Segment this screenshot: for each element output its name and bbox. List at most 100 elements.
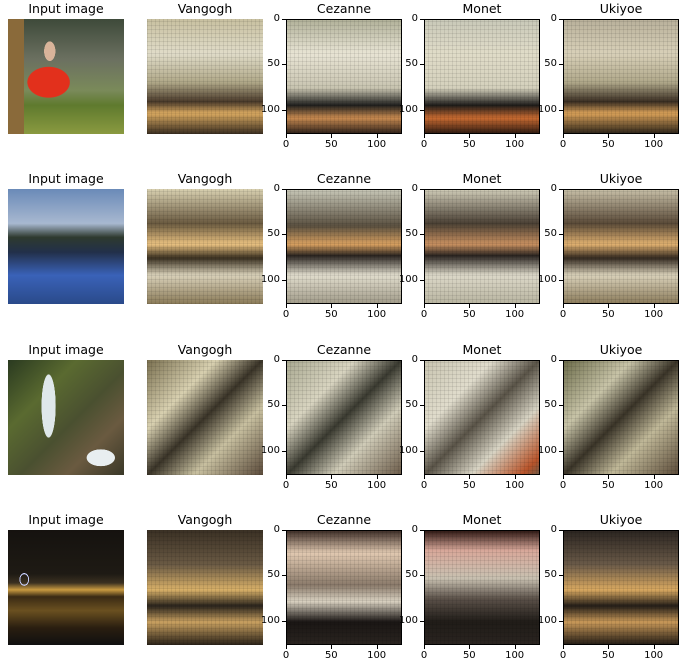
- x-tick-mark: [653, 645, 655, 649]
- x-tick-label: 100: [505, 480, 525, 491]
- pixel-artifact-overlay: [147, 530, 263, 645]
- y-tick-label: 50: [267, 228, 280, 240]
- x-tick-label: 100: [644, 480, 664, 491]
- x-tick-label: 100: [367, 650, 387, 661]
- y-tick-mark: [282, 360, 286, 361]
- y-tick-label: 0: [550, 524, 557, 535]
- image-person-tree-field-4: [563, 19, 679, 134]
- pixel-artifact-overlay: [286, 19, 402, 134]
- x-tick-mark: [286, 134, 287, 138]
- y-tick-label: 50: [267, 569, 280, 581]
- image-night-city-skyline-4: [563, 530, 679, 645]
- pixel-artifact-overlay: [147, 19, 263, 134]
- y-tick-label: 50: [544, 399, 557, 411]
- y-tick-mark: [559, 450, 563, 452]
- x-tick-mark: [608, 134, 610, 138]
- x-tick-mark: [514, 475, 516, 479]
- x-tick-mark: [424, 645, 425, 649]
- y-tick-label: 0: [273, 183, 280, 194]
- x-tick-label: 50: [601, 480, 615, 491]
- pixel-artifact-overlay: [286, 189, 402, 304]
- panel-title: Ukiyoe: [599, 171, 643, 186]
- image-mountain-lake-3: [424, 189, 540, 304]
- y-tick-label: 50: [267, 399, 280, 411]
- y-tick-label: 50: [544, 228, 557, 240]
- y-tick-mark: [282, 450, 286, 452]
- image-night-city-skyline-1: [147, 530, 263, 645]
- y-tick-mark: [282, 109, 286, 111]
- panel-title: Input image: [28, 512, 104, 527]
- x-tick-label: 0: [420, 139, 428, 150]
- x-tick-mark: [563, 134, 564, 138]
- y-tick-mark: [420, 405, 424, 407]
- x-tick-mark: [514, 134, 516, 138]
- y-tick-mark: [420, 360, 424, 361]
- image-person-tree-field-1: [147, 19, 263, 134]
- x-tick-mark: [514, 645, 516, 649]
- pixel-artifact-overlay: [147, 360, 263, 475]
- y-tick-label: 100: [537, 614, 557, 626]
- y-tick-mark: [282, 620, 286, 622]
- x-tick-label: 0: [282, 480, 290, 491]
- y-tick-mark: [282, 575, 286, 577]
- y-tick-mark: [559, 189, 563, 190]
- y-tick-label: 100: [398, 103, 418, 115]
- y-tick-label: 50: [544, 58, 557, 70]
- panel-title: Monet: [462, 171, 502, 186]
- x-tick-mark: [469, 134, 471, 138]
- y-tick-label: 100: [537, 103, 557, 115]
- pixel-artifact-overlay: [563, 360, 679, 475]
- x-tick-label: 50: [462, 650, 476, 661]
- panel-title: Monet: [462, 512, 502, 527]
- x-tick-label: 0: [559, 650, 567, 661]
- y-tick-label: 0: [411, 354, 418, 365]
- x-tick-mark: [331, 645, 333, 649]
- style-transfer-figure: Input image Vangogh Cezanne 0 50 100 0 50 100 Mon…: [0, 0, 687, 664]
- y-tick-mark: [559, 109, 563, 111]
- x-tick-label: 50: [601, 309, 615, 320]
- x-tick-mark: [653, 134, 655, 138]
- image-night-city-skyline-2: [286, 530, 402, 645]
- image-person-tree-field-0: [8, 19, 124, 134]
- x-tick-label: 100: [367, 139, 387, 150]
- x-tick-mark: [653, 475, 655, 479]
- x-tick-label: 100: [644, 309, 664, 320]
- y-tick-label: 0: [550, 354, 557, 365]
- image-waterfall-forest-3: [424, 360, 540, 475]
- y-tick-mark: [282, 64, 286, 66]
- x-tick-label: 50: [324, 480, 338, 491]
- x-tick-label: 100: [367, 480, 387, 491]
- y-tick-label: 100: [260, 614, 280, 626]
- y-tick-label: 0: [550, 13, 557, 24]
- image-waterfall-forest-0: [8, 360, 124, 475]
- pixel-artifact-overlay: [563, 19, 679, 134]
- y-tick-mark: [559, 279, 563, 281]
- y-tick-mark: [559, 620, 563, 622]
- y-tick-mark: [420, 64, 424, 66]
- x-tick-label: 0: [282, 309, 290, 320]
- x-tick-mark: [376, 645, 378, 649]
- panel-title: Input image: [28, 342, 104, 357]
- x-tick-label: 50: [601, 139, 615, 150]
- image-mountain-lake-0: [8, 189, 124, 304]
- x-tick-mark: [653, 304, 655, 308]
- y-tick-mark: [282, 19, 286, 20]
- x-tick-mark: [286, 645, 287, 649]
- y-tick-mark: [420, 530, 424, 531]
- x-tick-label: 50: [601, 650, 615, 661]
- x-tick-label: 50: [462, 480, 476, 491]
- y-tick-label: 100: [260, 444, 280, 456]
- y-tick-mark: [282, 279, 286, 281]
- y-tick-mark: [282, 405, 286, 407]
- pixel-artifact-overlay: [424, 360, 540, 475]
- x-tick-mark: [286, 475, 287, 479]
- panel-title: Ukiyoe: [599, 342, 643, 357]
- x-tick-mark: [608, 304, 610, 308]
- y-tick-label: 0: [273, 354, 280, 365]
- y-tick-mark: [282, 189, 286, 190]
- y-tick-mark: [559, 405, 563, 407]
- y-tick-label: 100: [398, 614, 418, 626]
- y-tick-mark: [559, 19, 563, 20]
- y-tick-mark: [420, 189, 424, 190]
- x-tick-label: 100: [505, 139, 525, 150]
